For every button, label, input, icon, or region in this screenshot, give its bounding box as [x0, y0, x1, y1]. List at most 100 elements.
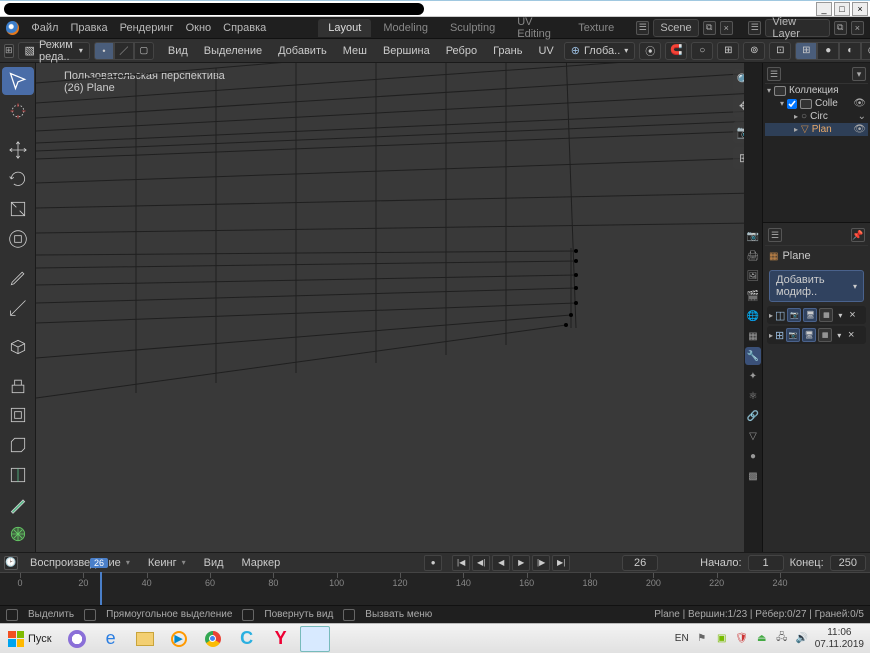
autokey-button[interactable]: ● — [424, 555, 442, 571]
viewport-3d[interactable]: Пользовательская перспектива (26) Plane — [36, 63, 762, 552]
timeline-ruler[interactable]: 020406080100120140160180200220240 — [0, 572, 870, 590]
outliner-collection-row[interactable]: ▾ Colle 👁 — [765, 97, 868, 110]
tool-scale[interactable] — [2, 195, 34, 223]
taskbar-wmp-icon[interactable]: ▶ — [164, 626, 194, 652]
tray-clock[interactable]: 11:06 07.11.2019 — [815, 627, 864, 651]
shading-rendered-button[interactable]: ◉ — [861, 42, 870, 60]
disclosure-triangle-icon[interactable]: ▾ — [767, 86, 771, 95]
window-close-button[interactable]: × — [852, 2, 868, 16]
proportional-toggle[interactable]: ○ — [691, 42, 713, 60]
prop-tab-scene[interactable]: 🎬 — [745, 287, 761, 305]
vertex-select-button[interactable]: • — [94, 42, 114, 60]
prop-tab-render[interactable]: 📷 — [745, 227, 761, 245]
menu-file[interactable]: Файл — [31, 22, 58, 34]
menu-edit[interactable]: Правка — [70, 22, 107, 34]
hdr-vertex[interactable]: Вершина — [377, 43, 436, 59]
modifier-row-2[interactable]: ▸ ⊞ 📷 🖥 ▦ ▾ × — [767, 326, 866, 344]
tray-shield-icon[interactable]: 🛡 — [735, 632, 749, 646]
tool-cursor[interactable] — [2, 97, 34, 125]
overlays-toggle[interactable]: ⊚ — [743, 42, 765, 60]
prop-tab-object[interactable]: ▦ — [745, 327, 761, 345]
hdr-select[interactable]: Выделение — [198, 43, 268, 59]
blender-logo-icon[interactable] — [6, 21, 19, 35]
mod-delete-button[interactable]: × — [846, 309, 858, 321]
tool-bevel[interactable] — [2, 431, 34, 459]
taskbar-yandex-icon[interactable]: Y — [266, 626, 296, 652]
shading-lookdev-button[interactable]: ◐ — [839, 42, 861, 60]
hdr-mesh[interactable]: Меш — [337, 43, 373, 59]
disclosure-triangle-icon[interactable]: ▾ — [780, 99, 784, 108]
gizmo-toggle[interactable]: ⊞ — [717, 42, 739, 60]
outliner-camera-row[interactable]: ▸ ○ Circ ⌄ — [765, 110, 868, 123]
end-frame-field[interactable]: 250 — [830, 555, 866, 571]
taskbar-blender-icon[interactable] — [300, 626, 330, 652]
scene-name-field[interactable]: Scene — [653, 19, 698, 37]
disclosure-triangle-icon[interactable]: ▸ — [769, 311, 773, 320]
mode-dropdown[interactable]: ▧ Режим реда..▾ — [18, 42, 90, 60]
current-frame-field[interactable]: 26 — [622, 555, 658, 571]
tool-measure[interactable] — [2, 294, 34, 322]
tray-lang[interactable]: EN — [675, 633, 689, 644]
layer-copy-icon[interactable]: ⧉ — [834, 21, 847, 35]
mod-delete-button[interactable]: × — [845, 329, 857, 341]
tool-polybuild[interactable] — [2, 520, 34, 548]
taskbar-cent-icon[interactable]: C — [232, 626, 262, 652]
scene-copy-icon[interactable]: ⧉ — [703, 21, 716, 35]
prop-tab-viewlayer[interactable]: 🖼 — [745, 267, 761, 285]
hdr-add[interactable]: Добавить — [272, 43, 333, 59]
prop-tab-meshdata[interactable]: ▽ — [745, 427, 761, 445]
hdr-view[interactable]: Вид — [162, 43, 194, 59]
prop-tab-material[interactable]: ● — [745, 447, 761, 465]
tool-extrude[interactable] — [2, 372, 34, 400]
eye-icon[interactable]: 👁 — [853, 124, 866, 135]
prop-tab-physics[interactable]: ⚛ — [745, 387, 761, 405]
hdr-uv[interactable]: UV — [532, 43, 559, 59]
tool-add-cube[interactable] — [2, 333, 34, 361]
disclosure-triangle-icon[interactable]: ▸ — [769, 331, 773, 340]
collection-visible-checkbox[interactable] — [787, 99, 797, 109]
timeline-keying-menu[interactable]: Кеинг — [142, 555, 192, 571]
editor-type-icon[interactable]: ⊞ — [4, 44, 14, 58]
timeline[interactable]: 020406080100120140160180200220240 26 — [0, 572, 870, 605]
prop-tab-modifier[interactable]: 🔧 — [745, 347, 761, 365]
tool-select-box[interactable] — [2, 67, 34, 95]
play-reverse-button[interactable]: ◀ — [492, 555, 510, 571]
prop-tab-constraints[interactable]: 🔗 — [745, 407, 761, 425]
mod-render-toggle[interactable]: 📷 — [786, 328, 800, 342]
tab-uv-editing[interactable]: UV Editing — [507, 13, 566, 43]
jump-start-button[interactable]: |◀ — [452, 555, 470, 571]
shading-wireframe-button[interactable]: ⊞ — [795, 42, 817, 60]
taskbar-ie-icon[interactable]: e — [96, 626, 126, 652]
keyframe-prev-button[interactable]: ◀| — [472, 555, 490, 571]
tool-inset[interactable] — [2, 402, 34, 430]
mod-render-toggle[interactable]: 📷 — [787, 308, 801, 322]
disclosure-triangle-icon[interactable]: ▸ — [794, 125, 798, 134]
mod-realtime-toggle[interactable]: 🖥 — [803, 308, 817, 322]
hdr-face[interactable]: Грань — [487, 43, 528, 59]
add-modifier-dropdown[interactable]: Добавить модиф..▾ — [769, 270, 864, 302]
taskbar-opera-icon[interactable] — [62, 626, 92, 652]
tool-loopcut[interactable] — [2, 461, 34, 489]
taskbar-explorer-icon[interactable] — [130, 626, 160, 652]
modifier-row-1[interactable]: ▸ ◫ 📷 🖥 ▦ ▾ × — [767, 306, 866, 324]
jump-end-button[interactable]: ▶| — [552, 555, 570, 571]
pivot-dropdown[interactable]: ⦿ — [639, 42, 661, 60]
view-layer-field[interactable]: View Layer — [765, 19, 829, 37]
timeline-playhead[interactable]: 26 — [100, 572, 102, 605]
window-minimize-button[interactable]: _ — [816, 2, 832, 16]
tray-flag-icon[interactable]: ⚑ — [695, 632, 709, 646]
mod-edit-toggle[interactable]: ▦ — [819, 308, 833, 322]
tray-nvidia-icon[interactable]: ▣ — [715, 632, 729, 646]
timeline-view-menu[interactable]: Вид — [198, 555, 230, 571]
shading-solid-button[interactable]: ● — [817, 42, 839, 60]
tray-volume-icon[interactable]: 🔊 — [795, 632, 809, 646]
mod-edit-toggle[interactable]: ▦ — [818, 328, 832, 342]
scene-browse-icon[interactable]: ☰ — [636, 21, 649, 35]
tray-usb-icon[interactable]: ⏏ — [755, 632, 769, 646]
prop-tab-world[interactable]: 🌐 — [745, 307, 761, 325]
window-maximize-button[interactable]: □ — [834, 2, 850, 16]
eye-icon[interactable]: 👁 — [853, 98, 866, 109]
timeline-type-icon[interactable]: 🕑 — [4, 556, 18, 570]
disclosure-triangle-icon[interactable]: ▸ — [794, 112, 798, 121]
start-frame-field[interactable]: 1 — [748, 555, 784, 571]
